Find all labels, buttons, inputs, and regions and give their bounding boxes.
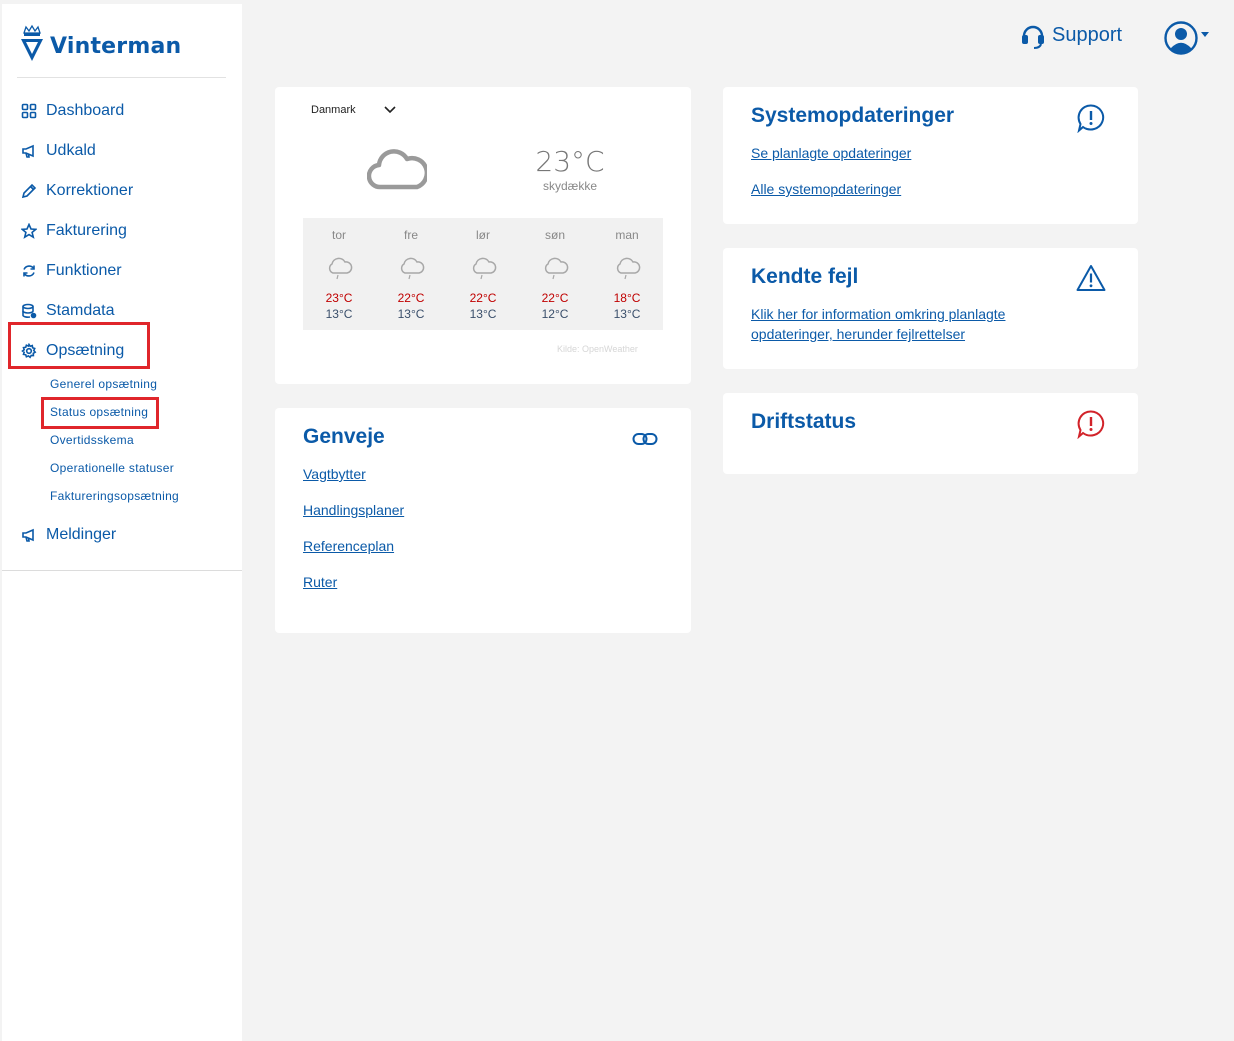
link-all-system-updates[interactable]: Alle systemopdateringer: [751, 179, 901, 199]
sidebar-item-label: Fakturering: [46, 222, 127, 239]
sidebar: Vinterman Dashboard Udkald Korrektioner …: [2, 4, 242, 1041]
user-avatar-icon: [1164, 21, 1198, 55]
sidebar-item-label: Udkald: [46, 142, 96, 159]
highlight-box-opsaetning: [8, 322, 150, 369]
operation-status-title: Driftstatus: [751, 410, 857, 433]
shortcut-link-ruter[interactable]: Ruter: [303, 572, 337, 592]
current-description: skydække: [542, 179, 598, 193]
subitem-faktureringsopsaetning[interactable]: Faktureringsopsætning: [50, 489, 179, 507]
shortcut-link-referenceplan[interactable]: Referenceplan: [303, 536, 394, 556]
rain-cloud-icon: [400, 257, 425, 280]
subitem-generel-opsaetning[interactable]: Generel opsætning: [50, 377, 157, 395]
weather-card: Danmark 23°C skydække tor 23°C 13°C fre …: [275, 87, 691, 384]
country-select[interactable]: Danmark: [311, 104, 396, 116]
forecast-day: søn 22°C 12°C: [519, 218, 591, 330]
chevron-down-icon: [1201, 31, 1209, 37]
logo-divider: [17, 77, 226, 78]
rain-cloud-icon: [472, 257, 497, 280]
brand-name: Vinterman: [50, 33, 182, 59]
known-errors-title: Kendte fejl: [751, 265, 859, 288]
highlight-box-status-opsaetning: [41, 397, 159, 429]
forecast-day: tor 23°C 13°C: [303, 218, 375, 330]
crown-shield-icon: [21, 24, 43, 61]
refresh-icon: [20, 262, 38, 280]
sidebar-item-funktioner[interactable]: Funktioner: [20, 259, 122, 283]
link-known-errors-info[interactable]: Klik her for information omkring planlag…: [751, 304, 1051, 344]
sidebar-item-meldinger[interactable]: Meldinger: [20, 523, 116, 547]
known-errors-card: Kendte fejl Klik her for information omk…: [723, 248, 1138, 369]
subitem-operationelle-statuser[interactable]: Operationelle statuser: [50, 461, 174, 479]
sidebar-item-label: Funktioner: [46, 262, 122, 279]
support-label: Support: [1052, 23, 1123, 46]
sidebar-item-label: Dashboard: [46, 102, 125, 119]
forecast-day-name: tor: [331, 228, 346, 242]
system-updates-title: Systemopdateringer: [751, 104, 955, 127]
forecast-min-temp: 13°C: [397, 307, 425, 321]
speech-alert-icon: [1077, 104, 1105, 133]
support-button[interactable]: Support: [1020, 20, 1122, 50]
sidebar-item-label: Meldinger: [46, 526, 117, 543]
pencil-icon: [20, 182, 38, 200]
subitem-overtidsskema[interactable]: Overtidsskema: [50, 433, 134, 451]
rain-cloud-icon: [616, 257, 641, 280]
operation-status-card: Driftstatus: [723, 393, 1138, 474]
star-icon: [20, 222, 38, 240]
forecast-max-temp: 18°C: [613, 291, 641, 305]
forecast-day-name: fre: [403, 228, 418, 242]
sidebar-item-udkald[interactable]: Udkald: [20, 139, 96, 163]
forecast-max-temp: 23°C: [325, 291, 353, 305]
megaphone-icon: [20, 142, 38, 160]
forecast-day: fre 22°C 13°C: [375, 218, 447, 330]
forecast-min-temp: 13°C: [613, 307, 641, 321]
shortcuts-card: Genveje Vagtbytter Handlingsplaner Refer…: [275, 408, 691, 633]
warning-triangle-icon: [1076, 265, 1106, 291]
chevron-down-icon: [384, 106, 396, 114]
system-updates-card: Systemopdateringer Se planlagte opdateri…: [723, 87, 1138, 224]
forecast-max-temp: 22°C: [541, 291, 569, 305]
grid-icon: [20, 102, 38, 120]
rain-cloud-icon: [544, 257, 569, 280]
sidebar-item-label: Stamdata: [46, 302, 115, 319]
forecast-day-name: søn: [544, 228, 565, 242]
weather-source: Kilde: OpenWeather: [557, 344, 638, 354]
sidebar-item-label: Korrektioner: [46, 182, 134, 199]
forecast-min-temp: 12°C: [541, 307, 569, 321]
headset-icon: [1022, 25, 1044, 49]
database-icon: [20, 302, 38, 320]
forecast-min-temp: 13°C: [469, 307, 497, 321]
shortcut-link-vagtbytter[interactable]: Vagtbytter: [303, 464, 366, 484]
link-icon: [632, 433, 658, 445]
sidebar-item-stamdata[interactable]: Stamdata: [20, 299, 114, 323]
forecast-max-temp: 22°C: [469, 291, 497, 305]
forecast-day-name: man: [615, 228, 639, 242]
country-select-value: Danmark: [311, 104, 356, 116]
megaphone-icon: [20, 526, 38, 544]
current-temperature: 23°C: [535, 145, 605, 178]
sidebar-item-korrektioner[interactable]: Korrektioner: [20, 179, 133, 203]
rain-cloud-icon: [328, 257, 353, 280]
link-planned-updates[interactable]: Se planlagte opdateringer: [751, 143, 911, 163]
speech-alert-icon: [1077, 410, 1105, 439]
brand-logo[interactable]: Vinterman: [18, 22, 181, 64]
shortcut-link-handlingsplaner[interactable]: Handlingsplaner: [303, 500, 404, 520]
sidebar-item-dashboard[interactable]: Dashboard: [20, 99, 124, 123]
forecast-max-temp: 22°C: [397, 291, 425, 305]
forecast-day: man 18°C 13°C: [591, 218, 663, 330]
sidebar-item-fakturering[interactable]: Fakturering: [20, 219, 127, 243]
forecast-day-name: lør: [476, 228, 490, 242]
sidebar-divider: [2, 570, 242, 571]
shortcuts-title: Genveje: [303, 425, 385, 448]
cloud-icon: [367, 149, 427, 190]
user-menu-button[interactable]: [1164, 20, 1212, 56]
forecast-min-temp: 13°C: [325, 307, 353, 321]
forecast-day: lør 22°C 13°C: [447, 218, 519, 330]
